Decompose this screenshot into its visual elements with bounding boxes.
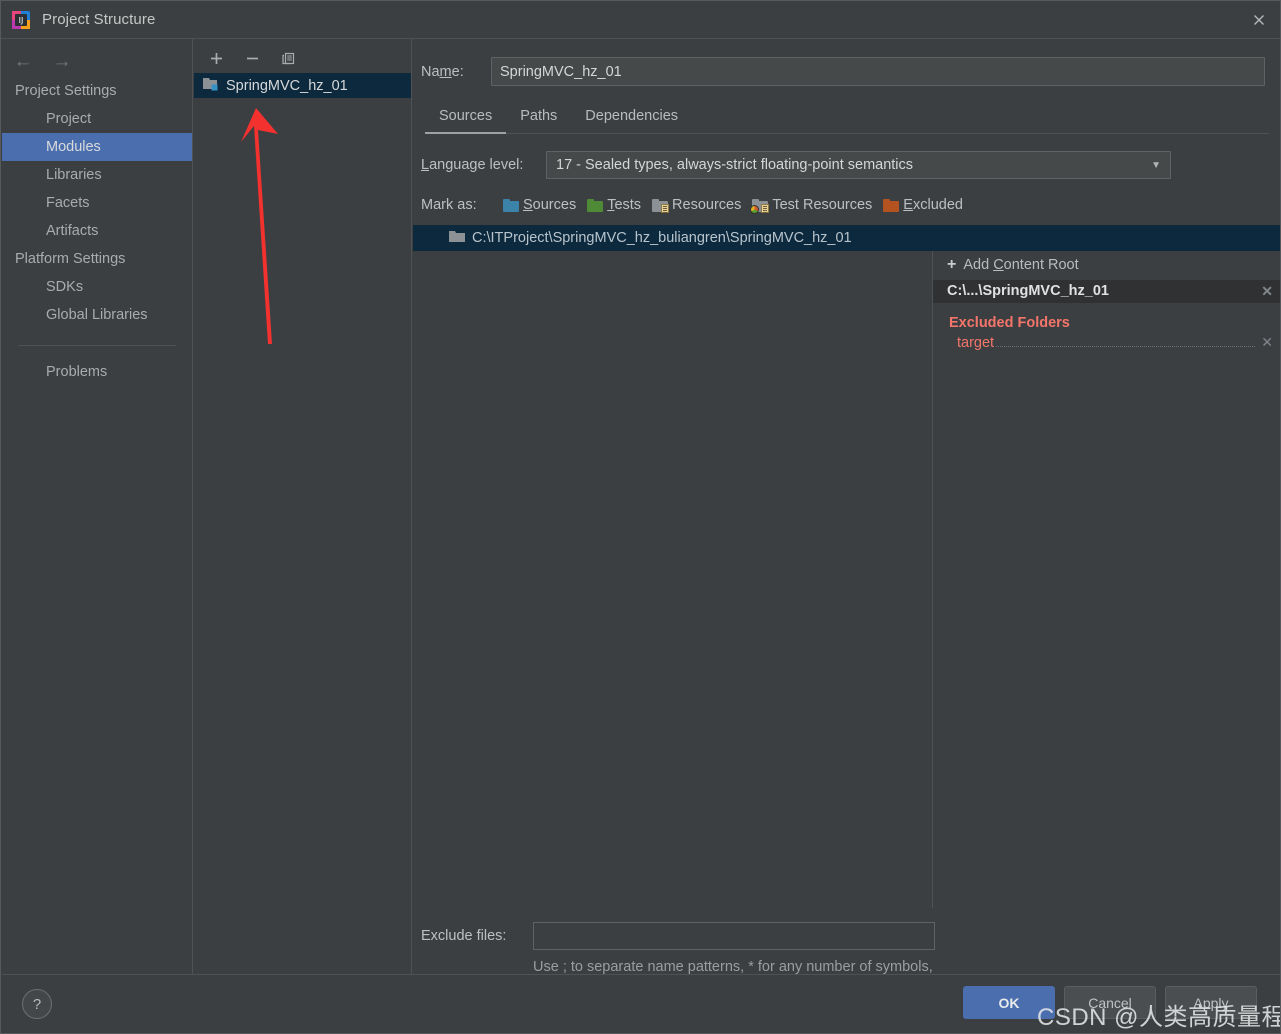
folder-tests-icon xyxy=(587,198,604,212)
sources-body: + Add Content Root C:\...\SpringMVC_hz_0… xyxy=(413,251,1280,908)
folder-icon xyxy=(449,230,465,247)
module-name-row: Name: xyxy=(413,39,1280,86)
excluded-folders-heading: Excluded Folders xyxy=(949,315,1070,331)
settings-sidebar: ← → Project Settings Project Modules Lib… xyxy=(2,39,193,976)
tab-sources[interactable]: Sources xyxy=(425,104,507,134)
language-level-value: 17 - Sealed types, always-strict floatin… xyxy=(556,157,914,173)
exclude-files-label: Exclude files: xyxy=(421,928,507,944)
add-content-root-button[interactable]: + Add Content Root xyxy=(933,251,1280,280)
help-button[interactable]: ? xyxy=(22,989,52,1019)
mark-as-test-resources-button[interactable]: Test Resources xyxy=(750,197,873,214)
sidebar-group-platform-settings: Platform Settings xyxy=(15,251,126,267)
exclude-files-input[interactable] xyxy=(533,922,935,950)
source-folders-area[interactable] xyxy=(413,251,933,908)
add-content-root-label: Add Content Root xyxy=(963,257,1079,273)
back-arrow-icon[interactable]: ← xyxy=(13,51,33,71)
sidebar-item-artifacts[interactable]: Artifacts xyxy=(2,217,192,245)
module-icon xyxy=(203,77,219,95)
exclude-files-row: Exclude files: xyxy=(413,922,1280,950)
sidebar-item-global-libraries[interactable]: Global Libraries xyxy=(2,301,192,329)
mark-as-resources-button[interactable]: Resources xyxy=(652,197,741,213)
mark-as-resources-label: Resources xyxy=(672,197,742,213)
sidebar-item-libraries[interactable]: Libraries xyxy=(2,161,192,189)
tab-paths[interactable]: Paths xyxy=(506,104,571,133)
chevron-down-icon: ▼ xyxy=(1151,159,1161,171)
content-root-tree-row[interactable]: C:\ITProject\SpringMVC_hz_buliangren\Spr… xyxy=(413,225,1280,251)
folder-excluded-icon xyxy=(883,198,900,212)
module-tabs: Sources Paths Dependencies xyxy=(425,104,1269,134)
module-name-input[interactable] xyxy=(491,57,1265,86)
sidebar-group-project-settings: Project Settings xyxy=(15,83,117,99)
remove-content-root-icon[interactable]: ✕ xyxy=(1261,284,1273,298)
language-level-select[interactable]: 17 - Sealed types, always-strict floatin… xyxy=(546,151,1171,179)
mark-as-tests-button[interactable]: Tests xyxy=(587,197,641,213)
sidebar-divider xyxy=(18,345,176,346)
tab-dependencies[interactable]: Dependencies xyxy=(571,104,692,133)
excluded-folder-item[interactable]: target ✕ xyxy=(933,331,1280,351)
module-settings-panel: Name: Sources Paths Dependencies Languag… xyxy=(413,39,1280,996)
dialog-footer: ? OK Cancel Apply xyxy=(2,974,1280,1032)
sidebar-item-problems[interactable]: Problems xyxy=(2,358,192,386)
mark-as-label: Mark as: xyxy=(421,197,477,213)
mark-as-sources-button[interactable]: Sources xyxy=(503,197,576,213)
mark-as-test-resources-label: Test Resources xyxy=(772,197,873,213)
add-module-button[interactable] xyxy=(206,48,226,68)
remove-excluded-folder-icon[interactable]: ✕ xyxy=(1261,335,1273,349)
modules-list-panel: SpringMVC_hz_01 xyxy=(194,39,412,976)
language-level-label: Language level: xyxy=(421,157,524,173)
svg-text:IJ: IJ xyxy=(19,16,24,25)
mark-as-sources-label: Sources xyxy=(523,197,577,213)
project-structure-dialog: IJ Project Structure ← → Project Setting… xyxy=(0,0,1281,1034)
module-name-label: Name: xyxy=(421,63,464,80)
mark-as-excluded-button[interactable]: Excluded xyxy=(883,197,963,213)
navigation-arrows: ← → xyxy=(2,45,192,77)
intellij-idea-icon: IJ xyxy=(12,10,30,29)
content-roots-side-panel: + Add Content Root C:\...\SpringMVC_hz_0… xyxy=(933,251,1280,908)
folder-test-resources-icon xyxy=(750,198,770,214)
copy-module-icon[interactable] xyxy=(278,48,298,68)
forward-arrow-icon[interactable]: → xyxy=(52,51,72,71)
mark-as-excluded-label: Excluded xyxy=(903,197,963,213)
content-root-entry-label: C:\...\SpringMVC_hz_01 xyxy=(947,283,1109,299)
mark-as-tests-label: Tests xyxy=(607,197,642,213)
cancel-button[interactable]: Cancel xyxy=(1064,986,1156,1019)
sidebar-item-facets[interactable]: Facets xyxy=(2,189,192,217)
dotted-leader xyxy=(996,346,1256,347)
dialog-buttons: OK Cancel Apply xyxy=(963,986,1257,1019)
window-title: Project Structure xyxy=(42,11,156,28)
sidebar-item-sdks[interactable]: SDKs xyxy=(2,273,192,301)
sidebar-item-project[interactable]: Project xyxy=(2,105,192,133)
language-level-row: Language level: 17 - Sealed types, alway… xyxy=(413,134,1280,179)
remove-module-button[interactable] xyxy=(242,48,262,68)
title-bar: IJ Project Structure xyxy=(1,1,1280,39)
folder-resources-icon xyxy=(652,198,670,213)
mark-as-row: Mark as: Sources Tests Resources Test Re… xyxy=(413,179,1280,214)
plus-icon: + xyxy=(947,256,957,273)
close-icon[interactable] xyxy=(1236,1,1280,38)
apply-button[interactable]: Apply xyxy=(1165,986,1257,1019)
module-item-label: SpringMVC_hz_01 xyxy=(226,77,348,94)
modules-toolbar xyxy=(194,43,411,73)
sidebar-item-modules[interactable]: Modules xyxy=(2,133,192,161)
content-root-entry[interactable]: C:\...\SpringMVC_hz_01 ✕ xyxy=(933,280,1280,303)
excluded-folder-label: target xyxy=(957,335,995,351)
content-root-path: C:\ITProject\SpringMVC_hz_buliangren\Spr… xyxy=(472,230,852,246)
module-list-item[interactable]: SpringMVC_hz_01 xyxy=(194,73,411,98)
folder-sources-icon xyxy=(503,198,519,212)
ok-button[interactable]: OK xyxy=(963,986,1055,1019)
